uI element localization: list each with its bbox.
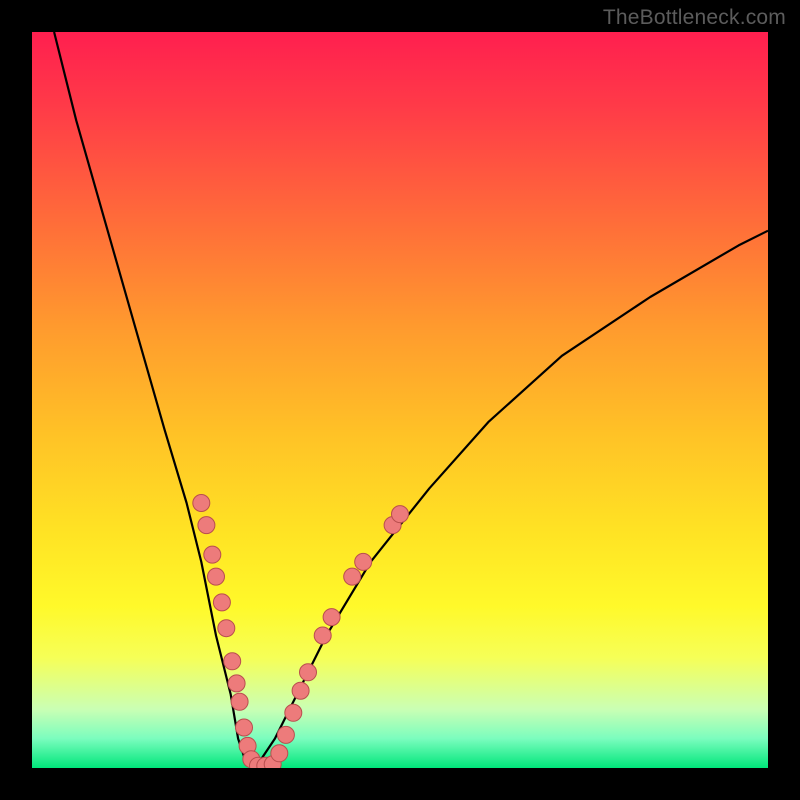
data-marker xyxy=(193,495,210,512)
data-marker xyxy=(314,627,331,644)
watermark-text: TheBottleneck.com xyxy=(603,6,786,30)
data-marker xyxy=(271,745,288,762)
data-marker xyxy=(231,693,248,710)
bottleneck-curve xyxy=(54,32,768,768)
data-marker xyxy=(228,675,245,692)
chart-frame: TheBottleneck.com xyxy=(0,0,800,800)
data-marker xyxy=(198,517,215,534)
data-marker xyxy=(236,719,253,736)
data-marker xyxy=(292,682,309,699)
data-marker xyxy=(277,726,294,743)
data-marker xyxy=(300,664,317,681)
data-marker xyxy=(285,704,302,721)
plot-area xyxy=(32,32,768,768)
data-marker xyxy=(344,568,361,585)
curve-layer xyxy=(54,32,768,768)
data-marker xyxy=(208,568,225,585)
data-marker xyxy=(204,546,221,563)
data-marker xyxy=(355,553,372,570)
data-marker xyxy=(218,620,235,637)
data-marker xyxy=(213,594,230,611)
chart-svg xyxy=(32,32,768,768)
data-marker xyxy=(224,653,241,670)
data-marker xyxy=(323,609,340,626)
data-marker xyxy=(392,506,409,523)
markers-layer xyxy=(193,495,409,769)
